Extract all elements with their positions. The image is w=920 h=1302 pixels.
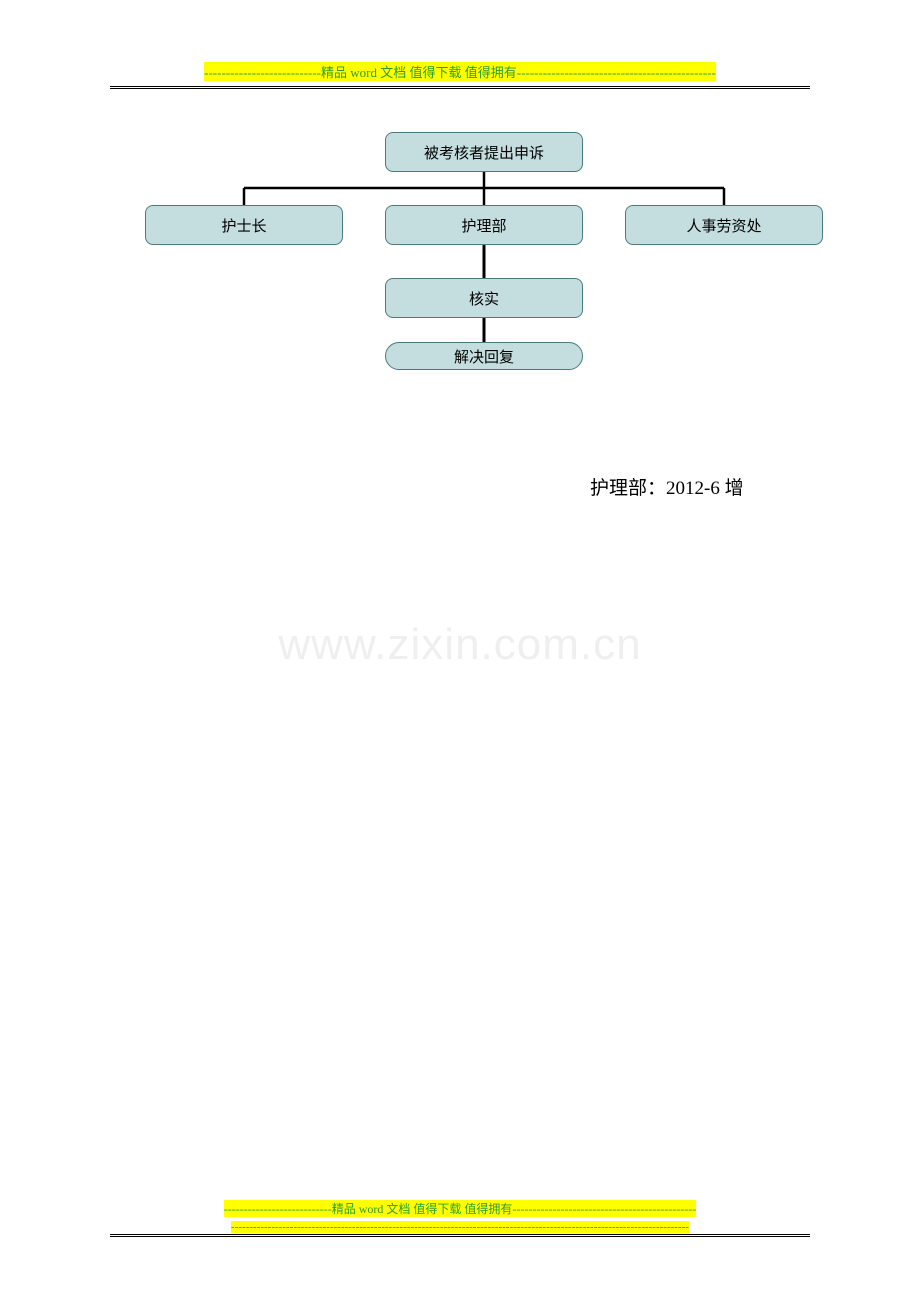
attribution-text: 护理部：2012-6 增 [590, 473, 744, 500]
flowchart: 被考核者提出申诉 护士长 护理部 人事劳资处 核实 解决回复 [145, 130, 825, 410]
watermark-text: www.zixin.com.cn [0, 620, 920, 670]
footer-text: 精品 word 文档 值得下载 值得拥有 [332, 1202, 513, 1216]
flow-node-top-label: 被考核者提出申诉 [424, 142, 544, 163]
footer-dashes-right: ----------------------------------------… [512, 1202, 696, 1216]
footer-highlight-1: ---------------------------精品 word 文档 值得… [224, 1200, 696, 1217]
flow-node-hr-dept: 人事劳资处 [625, 205, 823, 245]
flow-node-resolve-label: 解决回复 [454, 346, 514, 367]
flow-node-nursing-dept-label: 护理部 [461, 215, 506, 236]
footer-line-2: ----------------------------------------… [231, 1221, 689, 1233]
flow-node-nursing-dept: 护理部 [385, 205, 583, 245]
footer-divider [110, 1234, 810, 1237]
header-divider [110, 86, 810, 89]
footer-banner-1: ---------------------------精品 word 文档 值得… [110, 1200, 810, 1218]
header-dashes-left: --------------------------- [204, 65, 321, 80]
footer-banner-2: ----------------------------------------… [110, 1217, 810, 1235]
flow-node-verify: 核实 [385, 278, 583, 318]
flow-node-top: 被考核者提出申诉 [385, 132, 583, 172]
flow-node-head-nurse: 护士长 [145, 205, 343, 245]
flow-node-verify-label: 核实 [469, 288, 499, 309]
header-dashes-right: ----------------------------------------… [517, 65, 716, 80]
flow-node-head-nurse-label: 护士长 [221, 215, 266, 236]
flow-node-resolve: 解决回复 [385, 342, 583, 370]
flow-node-hr-dept-label: 人事劳资处 [686, 215, 761, 236]
header-highlight: ---------------------------精品 word 文档 值得… [204, 62, 716, 81]
header-banner: ---------------------------精品 word 文档 值得… [110, 62, 810, 82]
header-text: 精品 word 文档 值得下载 值得拥有 [321, 65, 517, 80]
footer-dashes-left: --------------------------- [224, 1202, 332, 1216]
